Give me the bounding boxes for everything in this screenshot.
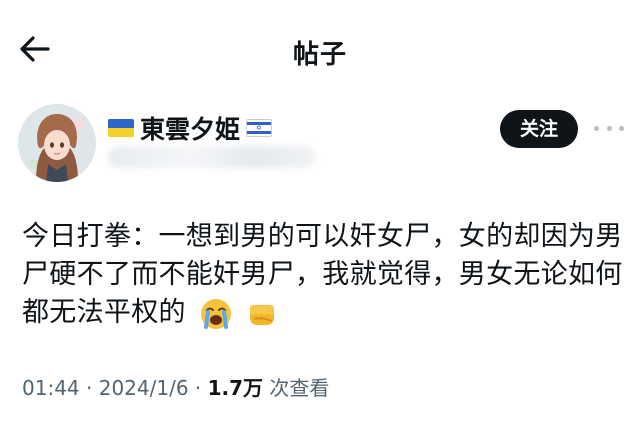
post-meta: 01:44 · 2024/1/6 · 1.7万 次查看 <box>22 372 329 401</box>
crying-face-icon <box>200 298 231 329</box>
post-text: 今日打拳：一想到男的可以奸女尸，女的却因为男尸硬不了而不能奸男尸，我就觉得，男女… <box>22 221 623 328</box>
page-title: 帖子 <box>292 40 347 70</box>
post-body: 今日打拳：一想到男的可以奸女尸，女的却因为男尸硬不了而不能奸男尸，我就觉得，男女… <box>22 218 632 332</box>
follow-button[interactable]: 关注 <box>500 110 578 148</box>
more-options-button[interactable] <box>594 114 624 142</box>
post-time: 01:44 <box>22 376 80 400</box>
post-date: 2024/1/6 <box>98 376 189 400</box>
more-horizontal-icon <box>594 125 599 131</box>
israel-flag-icon: ✡ <box>246 119 273 137</box>
author-name-row[interactable]: 東雲夕姫 ✡ <box>108 110 273 146</box>
top-bar: 帖子 <box>0 0 640 92</box>
author-handle-redacted <box>108 146 316 168</box>
views-count[interactable]: 1.7万 <box>208 376 263 400</box>
avatar-image <box>18 104 96 182</box>
meta-separator: · <box>188 376 208 400</box>
avatar[interactable] <box>18 104 96 182</box>
meta-separator: · <box>79 376 99 400</box>
views-label: 次查看 <box>263 376 330 400</box>
author-display-name[interactable]: 東雲夕姫 <box>140 110 240 146</box>
ukraine-flag-icon <box>108 119 134 137</box>
fist-icon <box>249 304 274 325</box>
